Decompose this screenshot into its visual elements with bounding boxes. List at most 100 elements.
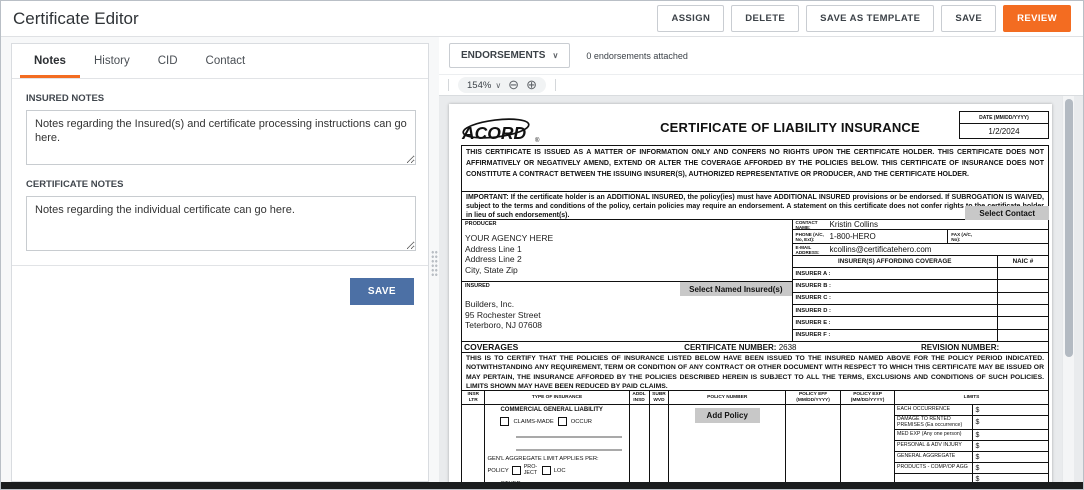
certificate-notes-textarea[interactable]: Notes regarding the individual certifica…: [26, 196, 416, 251]
zoom-controls: 154% ∨ ⊖ ⊕: [458, 77, 546, 93]
limit-label: DAMAGE TO RENTED PREMISES (Ea occurrence…: [897, 415, 963, 428]
subr-wvd-cell: [650, 405, 670, 482]
notes-save-button[interactable]: SAVE: [349, 278, 414, 305]
insurer-row-f: INSURER F :: [793, 329, 1049, 341]
insurer-naic-cell: [996, 268, 1048, 280]
plus-circle-icon: ⊕: [526, 77, 537, 92]
occur-label: OCCUR: [570, 418, 592, 425]
endorsements-status: 0 endorsements attached: [586, 50, 688, 61]
dollar-sign: $: [975, 453, 980, 461]
tab-contact[interactable]: Contact: [192, 44, 260, 78]
header-policy-number: POLICY NUMBER: [669, 391, 787, 404]
limit-row: PRODUCTS - COMP/OP AGG $: [895, 463, 1048, 474]
registered-mark: ®: [535, 138, 540, 144]
assign-button[interactable]: ASSIGN: [657, 5, 725, 32]
important-notice-text: IMPORTANT: If the certificate holder is …: [466, 194, 1044, 220]
certify-text: THIS IS TO CERTIFY THAT THE POLICIES OF …: [461, 353, 1049, 391]
limit-label: PRODUCTS - COMP/OP AGG: [897, 464, 968, 471]
producer-line: Address Line 2: [465, 254, 522, 264]
policy-checkbox[interactable]: [511, 466, 521, 476]
page-title: Certificate Editor: [13, 8, 139, 28]
dollar-sign: $: [975, 464, 980, 472]
limit-row: GENERAL AGGREGATE $: [895, 452, 1048, 463]
delete-button[interactable]: DELETE: [731, 5, 800, 32]
dollar-sign: $: [975, 431, 980, 439]
zoom-out-button[interactable]: ⊖: [508, 77, 520, 92]
limit-row: EACH OCCURRENCE $: [895, 405, 1048, 416]
add-policy-button[interactable]: Add Policy: [694, 408, 760, 423]
phone-value: 1-800-HERO: [829, 232, 876, 241]
limit-label: [895, 478, 971, 480]
insured-notes-textarea[interactable]: Notes regarding the Insured(s) and certi…: [26, 110, 416, 165]
limits-cell: EACH OCCURRENCE $ DAMAGE TO RENTED PREMI…: [895, 405, 1048, 482]
producer-line: YOUR AGENCY HERE: [465, 233, 554, 243]
window-bottom-edge: [1, 482, 1083, 489]
producer-line: Address Line 1: [465, 243, 522, 254]
insurer-label: INSURER E :: [795, 319, 831, 326]
vertical-scrollbar[interactable]: [1062, 96, 1074, 482]
insurer-label: INSURER C :: [795, 295, 831, 302]
contact-name-value: Kristin Collins: [829, 220, 878, 229]
policy-table-header: INSR LTR TYPE OF INSURANCE ADDL INSD SUB…: [462, 391, 1048, 405]
zoom-level-value: 154%: [467, 79, 492, 91]
document-viewport[interactable]: ACORD ® CERTIFICATE OF LIABILITY INSURAN…: [439, 96, 1083, 482]
email-label: E-MAIL ADDRESS:: [795, 244, 820, 255]
save-button[interactable]: SAVE: [941, 5, 997, 32]
endorsements-button-label: ENDORSEMENTS: [461, 50, 546, 61]
zoom-level-dropdown[interactable]: 154% ∨: [467, 80, 501, 91]
tab-history[interactable]: History: [80, 44, 144, 78]
certificate-editor-window: Certificate Editor ASSIGN DELETE SAVE AS…: [0, 0, 1084, 490]
acord-form: ACORD ® CERTIFICATE OF LIABILITY INSURAN…: [461, 110, 1049, 482]
insurer-naic-cell: [996, 292, 1048, 304]
cgl-label: COMMERCIAL GENERAL LIABILITY: [500, 407, 603, 413]
date-value: 1/2/2024: [988, 126, 1020, 136]
insurer-naic-cell: [996, 329, 1048, 341]
zoom-in-button[interactable]: ⊕: [526, 77, 537, 92]
insurer-label: INSURER B :: [795, 282, 831, 289]
phone-label: PHONE (A/C, No, Ext):: [795, 231, 824, 242]
insr-ltr-cell: [462, 405, 486, 482]
panel-splitter[interactable]: [429, 43, 439, 482]
select-contact-button[interactable]: Select Contact: [965, 206, 1049, 220]
claims-made-label: CLAIMS-MADE: [513, 418, 554, 425]
toolbar-divider: [554, 79, 556, 91]
producer-label: PRODUCER: [465, 221, 497, 227]
blank-policy-line: [516, 449, 622, 451]
scrollbar-thumb[interactable]: [1065, 99, 1073, 357]
save-as-template-button[interactable]: SAVE AS TEMPLATE: [806, 5, 935, 32]
tab-notes[interactable]: Notes: [20, 44, 80, 78]
insurers-coverage-title: INSURER(S) AFFORDING COVERAGE: [837, 258, 952, 265]
insured-line: 95 Rochester Street: [465, 309, 541, 320]
naic-header: NAIC #: [996, 256, 1048, 267]
select-named-insureds-button[interactable]: Select Named Insured(s): [680, 282, 792, 296]
limit-row: PERSONAL & ADV INJURY $: [895, 441, 1048, 452]
review-button[interactable]: REVIEW: [1003, 5, 1071, 32]
dollar-sign: $: [975, 406, 980, 414]
policy-exp-cell: [841, 405, 896, 482]
project-checkbox[interactable]: [541, 466, 551, 476]
tab-cid[interactable]: CID: [144, 44, 192, 78]
limit-label: GENERAL AGGREGATE: [897, 453, 956, 460]
minus-circle-icon: ⊖: [508, 77, 520, 92]
limit-row: $: [895, 474, 1048, 482]
header-subr-wvd: SUBR WVD: [650, 391, 670, 404]
chevron-down-icon: ∨: [495, 80, 502, 90]
document-page: ACORD ® CERTIFICATE OF LIABILITY INSURAN…: [449, 104, 1052, 482]
important-notice: IMPORTANT: If the certificate holder is …: [461, 192, 1049, 220]
parties-section: PRODUCER YOUR AGENCY HERE Address Line 1…: [461, 220, 1049, 342]
certificate-number-label: CERTIFICATE NUMBER:: [684, 342, 777, 352]
revision-number-label: REVISION NUMBER:: [920, 342, 1000, 352]
producer-block: PRODUCER YOUR AGENCY HERE Address Line 1…: [462, 220, 792, 282]
header-actions: ASSIGN DELETE SAVE AS TEMPLATE SAVE REVI…: [657, 5, 1071, 32]
header-limits: LIMITS: [963, 394, 980, 400]
insurer-naic-cell: [996, 304, 1048, 317]
zoom-toolbar: 154% ∨ ⊖ ⊕: [439, 75, 1083, 96]
insured-notes-label: INSURED NOTES: [26, 93, 105, 104]
claims-made-checkbox[interactable]: [500, 417, 510, 426]
insurer-row-e: INSURER E :: [792, 317, 1048, 330]
dollar-sign: $: [975, 442, 980, 450]
insured-block: INSURED Select Named Insured(s) Builders…: [462, 282, 792, 341]
occur-checkbox[interactable]: [557, 417, 567, 426]
header-policy-exp: POLICY EXP (MM/DD/YYYY): [841, 391, 896, 404]
endorsements-button[interactable]: ENDORSEMENTS ∨: [449, 43, 571, 68]
